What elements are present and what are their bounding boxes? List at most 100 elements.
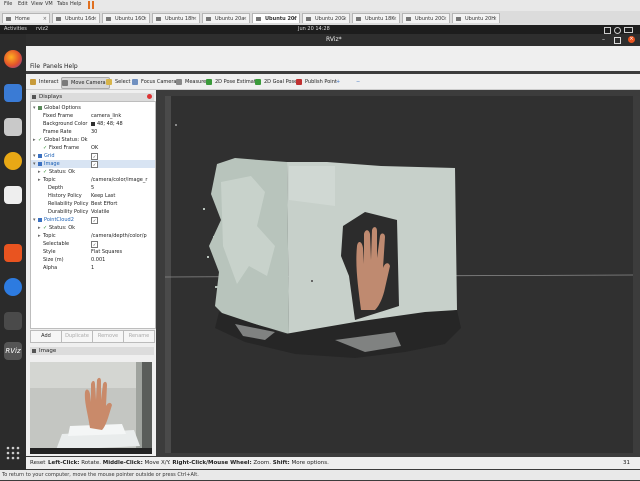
tree-row-value[interactable]: OK	[91, 144, 98, 152]
tree-row-value[interactable]: camera_link	[91, 112, 121, 120]
network-icon[interactable]	[604, 27, 611, 34]
tree-row-value[interactable]: 48; 48; 48	[97, 120, 123, 128]
vm-tab[interactable]: Ubuntu 18h ×	[152, 13, 200, 23]
firefox-icon[interactable]	[4, 50, 22, 68]
files-icon[interactable]	[4, 118, 22, 136]
vm-tab[interactable]: Ubuntu 20G ×	[302, 13, 350, 23]
expand-arrow-icon[interactable]: ▸	[33, 136, 36, 144]
menu-help[interactable]: Help	[64, 63, 78, 70]
tree-row[interactable]: Fixed Frame camera_link	[31, 112, 155, 120]
volume-icon[interactable]	[614, 27, 621, 34]
tree-row[interactable]: ▾ Global Options	[31, 104, 155, 112]
close-icon[interactable]: ×	[493, 14, 497, 23]
maximize-button[interactable]	[614, 37, 621, 44]
vm-tab[interactable]: Ubuntu 18K ×	[352, 13, 400, 23]
expand-arrow-icon[interactable]: ▸	[38, 232, 41, 240]
tree-row[interactable]: Style Flat Squares	[31, 248, 155, 256]
tree-row[interactable]: ▸ Topic/camera/color/image_r	[31, 176, 155, 184]
tree-row[interactable]: Frame Rate 30	[31, 128, 155, 136]
tree-row[interactable]: Background Color 48; 48; 48	[31, 120, 155, 128]
close-icon[interactable]: ×	[143, 14, 147, 23]
vm-tab[interactable]: Ubuntu 20f ×	[252, 13, 300, 23]
rviz-icon[interactable]: RViz	[4, 342, 22, 360]
tree-row-value[interactable]: /camera/depth/color/p	[91, 232, 147, 240]
duplicate-button[interactable]: Duplicate	[61, 330, 93, 343]
minimize-button[interactable]: –	[602, 34, 605, 46]
tool-2d-goal-pose[interactable]: 2D Goal Pose	[255, 77, 297, 87]
rhythmbox-icon[interactable]	[4, 152, 22, 170]
vm-menu-item[interactable]: VM	[45, 1, 53, 7]
tree-row[interactable]: ▸ ✓ Status: Ok	[31, 224, 155, 232]
tool-measure[interactable]: Measure	[176, 77, 206, 87]
expand-arrow-icon[interactable]: ▸	[38, 224, 41, 232]
tree-row-value[interactable]: 1	[91, 264, 94, 272]
writer-icon[interactable]	[4, 186, 22, 204]
tree-row[interactable]: ▸ ✓ Global Status: Ok	[31, 136, 155, 144]
enable-checkbox[interactable]: ✓	[91, 240, 98, 248]
tree-row-value[interactable]: Flat Squares	[91, 248, 122, 256]
tree-row-value[interactable]: Keep Last	[91, 192, 115, 200]
tree-row[interactable]: Selectable ✓	[31, 240, 155, 248]
vm-tab[interactable]: Ubuntu 16O ×	[102, 13, 150, 23]
tree-row-value[interactable]: /camera/color/image_r	[91, 176, 147, 184]
vm-tab[interactable]: Ubuntu 20a ×	[202, 13, 250, 23]
expand-arrow-icon[interactable]: ▸	[38, 176, 41, 184]
close-icon[interactable]: ×	[343, 14, 347, 23]
tool-publish-point[interactable]: Publish Point	[296, 77, 337, 87]
expand-arrow-icon[interactable]: ▾	[33, 152, 36, 160]
vm-menu-item[interactable]: File	[4, 1, 12, 7]
tree-row-value[interactable]: Best Effort	[91, 200, 117, 208]
power-icon[interactable]	[624, 27, 633, 33]
color-swatch[interactable]	[91, 122, 95, 126]
close-icon[interactable]: ×	[443, 14, 447, 23]
add-tool-button[interactable]: +	[336, 77, 340, 87]
tree-row-value[interactable]: 5	[91, 184, 94, 192]
reset-button[interactable]: Reset	[30, 457, 45, 469]
vm-tab[interactable]: Ubuntu 20H ×	[452, 13, 500, 23]
vm-pause-icon[interactable]	[88, 1, 95, 9]
tool-focus-camera[interactable]: Focus Camera	[132, 77, 177, 87]
expand-arrow-icon[interactable]: ▾	[33, 160, 36, 168]
close-icon[interactable]: ×	[43, 14, 47, 23]
help-icon[interactable]	[4, 278, 22, 296]
tree-row[interactable]: Depth 5	[31, 184, 155, 192]
tree-row[interactable]: ▾ Grid ✓	[31, 152, 155, 160]
rename-button[interactable]: Rename	[123, 330, 155, 343]
expand-arrow-icon[interactable]: ▸	[38, 168, 41, 176]
3d-viewport[interactable]	[164, 96, 634, 453]
close-icon[interactable]	[147, 94, 152, 99]
menu-panels[interactable]: Panels	[43, 63, 62, 70]
terminal-icon[interactable]	[4, 312, 22, 330]
close-window-button[interactable]: ×	[628, 36, 635, 43]
tool-2d-pose-estimate[interactable]: 2D Pose Estimate	[206, 77, 259, 87]
tree-row[interactable]: Durability Policy Volatile	[31, 208, 155, 216]
clock[interactable]: Jun 20 14:28	[298, 25, 330, 34]
expand-arrow-icon[interactable]: ▾	[33, 104, 36, 112]
tree-row[interactable]: ▾ Image ✓	[31, 160, 155, 168]
tree-row-value[interactable]: Volatile	[91, 208, 109, 216]
add-button[interactable]: Add	[30, 330, 62, 343]
enable-checkbox[interactable]: ✓	[91, 160, 98, 168]
enable-checkbox[interactable]: ✓	[91, 216, 98, 224]
tree-row[interactable]: Alpha 1	[31, 264, 155, 272]
app-menu[interactable]: rviz2	[36, 25, 48, 34]
tree-row[interactable]: History Policy Keep Last	[31, 192, 155, 200]
vm-menu-item[interactable]: Help	[70, 1, 81, 7]
tree-row[interactable]: ▸ Topic/camera/depth/color/p	[31, 232, 155, 240]
tool-select[interactable]: Select	[106, 77, 130, 87]
vm-menu-item[interactable]: Tabs	[57, 1, 68, 7]
tree-row-value[interactable]: 0.001	[91, 256, 105, 264]
tree-row[interactable]: ▸ ✓ Status: Ok	[31, 168, 155, 176]
app-grid-icon[interactable]	[4, 444, 22, 462]
tool-move-camera[interactable]: Move Camera	[61, 77, 110, 89]
close-icon[interactable]: ×	[243, 14, 247, 23]
remove-button[interactable]: Remove	[92, 330, 124, 343]
tool-interact[interactable]: Interact	[30, 77, 59, 87]
vm-menu-item[interactable]: Edit	[18, 1, 28, 7]
vm-menu-item[interactable]: View	[31, 1, 43, 7]
close-icon[interactable]: ×	[393, 14, 397, 23]
displays-tree[interactable]: ▾ Global Options Fixed Frame camera_link Bac…	[30, 101, 156, 329]
vm-tab[interactable]: Home ×	[2, 13, 50, 23]
tree-row-value[interactable]: 30	[91, 128, 97, 136]
enable-checkbox[interactable]: ✓	[91, 152, 98, 160]
